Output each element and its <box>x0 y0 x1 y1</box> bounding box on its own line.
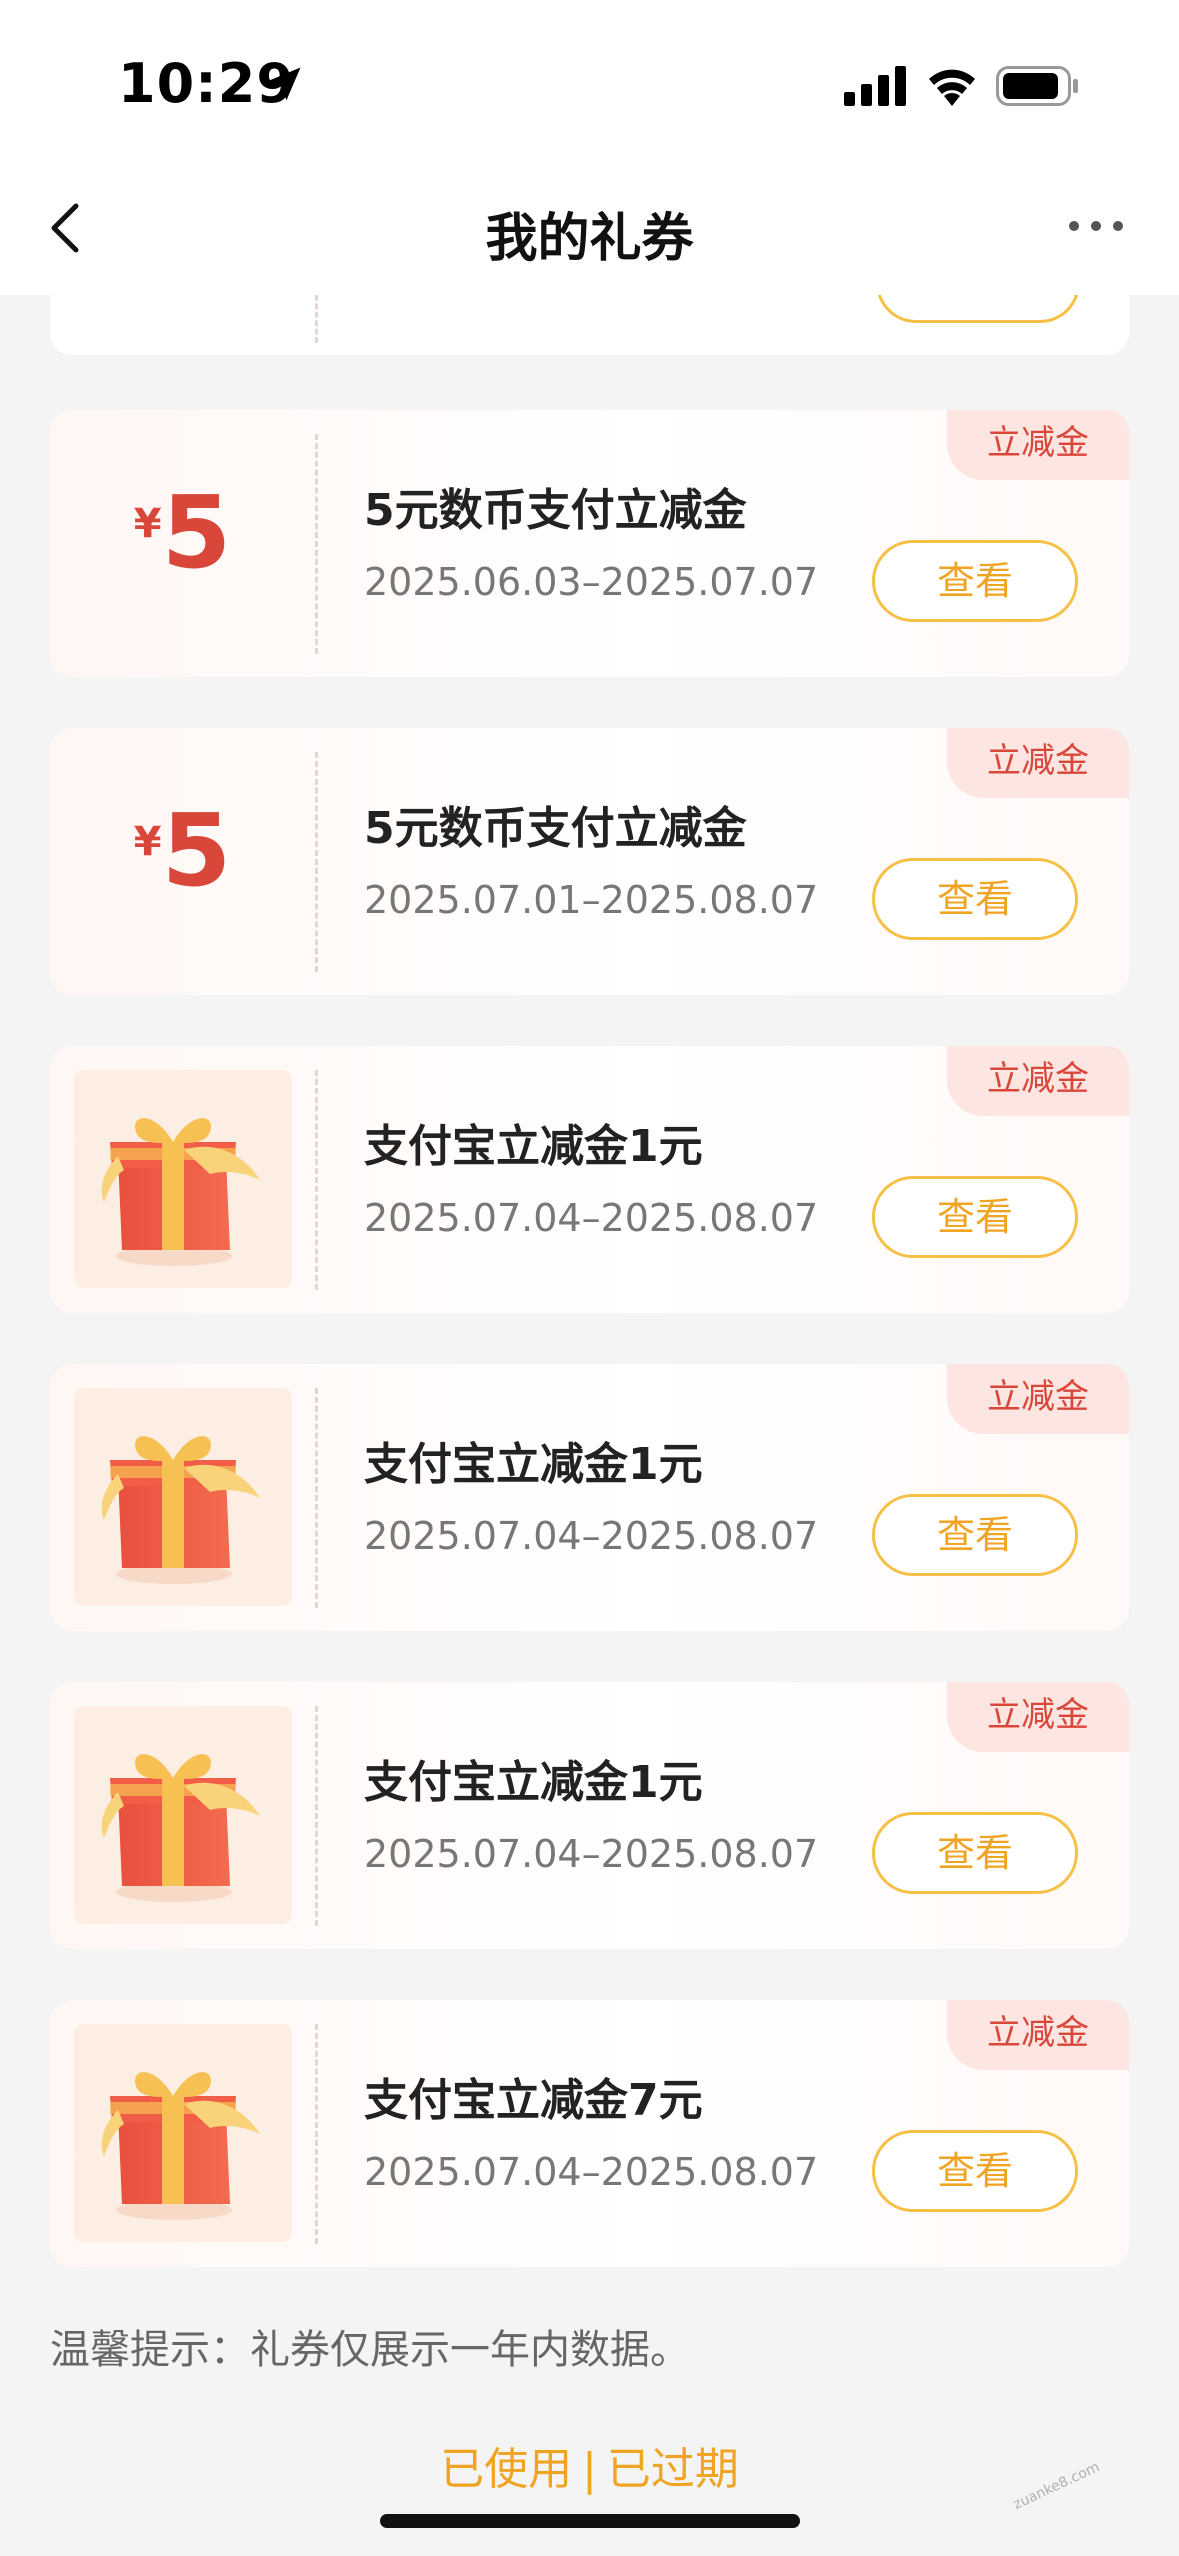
coupon-validity: 2025.07.04–2025.08.07 <box>364 2150 819 2194</box>
coupon-card: 支付宝立减金1元 2025.07.04–2025.08.07 立减金 查看 <box>50 1046 1129 1313</box>
coupon-type-badge: 立减金 <box>947 410 1129 480</box>
footer-links: 已使用 | 已过期 <box>0 2433 1179 2497</box>
coupon-list: ¥5 5元数币支付立减金 2025.06.03–2025.07.07 立减金 查… <box>0 295 1179 2556</box>
card-divider <box>315 752 318 972</box>
expired-link[interactable]: 已过期 <box>607 2444 739 2495</box>
wifi-icon <box>929 69 975 106</box>
coupon-validity: 2025.07.01–2025.08.07 <box>364 878 819 922</box>
card-divider <box>315 1070 318 1290</box>
view-button[interactable]: 查看 <box>872 2130 1078 2212</box>
gift-box-icon <box>74 1706 292 1924</box>
coupon-amount: ¥5 <box>50 796 315 906</box>
currency-symbol: ¥ <box>133 819 162 865</box>
coupon-title: 支付宝立减金1元 <box>364 1121 703 1172</box>
coupon-title: 5元数币支付立减金 <box>364 803 747 854</box>
card-divider <box>315 1706 318 1926</box>
card-divider <box>315 1388 318 1608</box>
coupon-validity: 2025.07.04–2025.08.07 <box>364 1514 819 1558</box>
amount-value: 5 <box>161 474 232 591</box>
view-button[interactable]: 查看 <box>872 540 1078 622</box>
coupon-type-badge: 立减金 <box>947 1364 1129 1434</box>
nav-bar: 我的礼券 <box>0 160 1179 295</box>
screen: 10:29 我的礼券 ¥5 5元数币支付立减金 2025.06.03–2025.… <box>0 0 1179 2556</box>
gift-box-icon <box>74 2024 292 2242</box>
coupon-type-badge: 立减金 <box>947 2000 1129 2070</box>
coupon-type-badge: 立减金 <box>947 1682 1129 1752</box>
home-indicator[interactable] <box>380 2514 800 2528</box>
gift-box-icon <box>74 1388 292 1606</box>
view-button[interactable]: 查看 <box>872 1176 1078 1258</box>
coupon-amount: ¥5 <box>50 478 315 588</box>
coupon-card-partial <box>50 295 1129 355</box>
more-dots-icon[interactable] <box>1066 216 1126 236</box>
coupon-card: 支付宝立减金1元 2025.07.04–2025.08.07 立减金 查看 <box>50 1364 1129 1631</box>
used-link[interactable]: 已使用 <box>440 2444 572 2495</box>
coupon-title: 支付宝立减金1元 <box>364 1439 703 1490</box>
amount-value: 5 <box>161 792 232 909</box>
page-title: 我的礼券 <box>485 209 694 269</box>
view-button-partial[interactable] <box>876 295 1080 323</box>
coupon-card: 支付宝立减金1元 2025.07.04–2025.08.07 立减金 查看 <box>50 1682 1129 1949</box>
tip-text: 温馨提示：礼券仅展示一年内数据。 <box>50 2327 690 2373</box>
currency-symbol: ¥ <box>133 501 162 547</box>
view-button[interactable]: 查看 <box>872 1812 1078 1894</box>
coupon-card: 支付宝立减金7元 2025.07.04–2025.08.07 立减金 查看 <box>50 2000 1129 2267</box>
location-arrow-icon <box>267 67 301 101</box>
coupon-validity: 2025.06.03–2025.07.07 <box>364 560 819 604</box>
coupon-title: 支付宝立减金7元 <box>364 2075 703 2126</box>
card-divider <box>315 434 318 654</box>
coupon-validity: 2025.07.04–2025.08.07 <box>364 1196 819 1240</box>
coupon-title: 支付宝立减金1元 <box>364 1757 703 1808</box>
gift-box-icon <box>74 1070 292 1288</box>
coupon-type-badge: 立减金 <box>947 1046 1129 1116</box>
coupon-type-badge: 立减金 <box>947 728 1129 798</box>
card-divider <box>315 295 318 343</box>
status-bar: 10:29 <box>0 0 1179 160</box>
view-button[interactable]: 查看 <box>872 858 1078 940</box>
card-divider <box>315 2024 318 2244</box>
coupon-card: ¥5 5元数币支付立减金 2025.07.01–2025.08.07 立减金 查… <box>50 728 1129 995</box>
view-button[interactable]: 查看 <box>872 1494 1078 1576</box>
footer-separator: | <box>582 2444 597 2495</box>
coupon-validity: 2025.07.04–2025.08.07 <box>364 1832 819 1876</box>
battery-icon <box>996 66 1078 106</box>
coupon-title: 5元数币支付立减金 <box>364 485 747 536</box>
coupon-card: ¥5 5元数币支付立减金 2025.06.03–2025.07.07 立减金 查… <box>50 410 1129 677</box>
signal-icon <box>844 66 906 106</box>
